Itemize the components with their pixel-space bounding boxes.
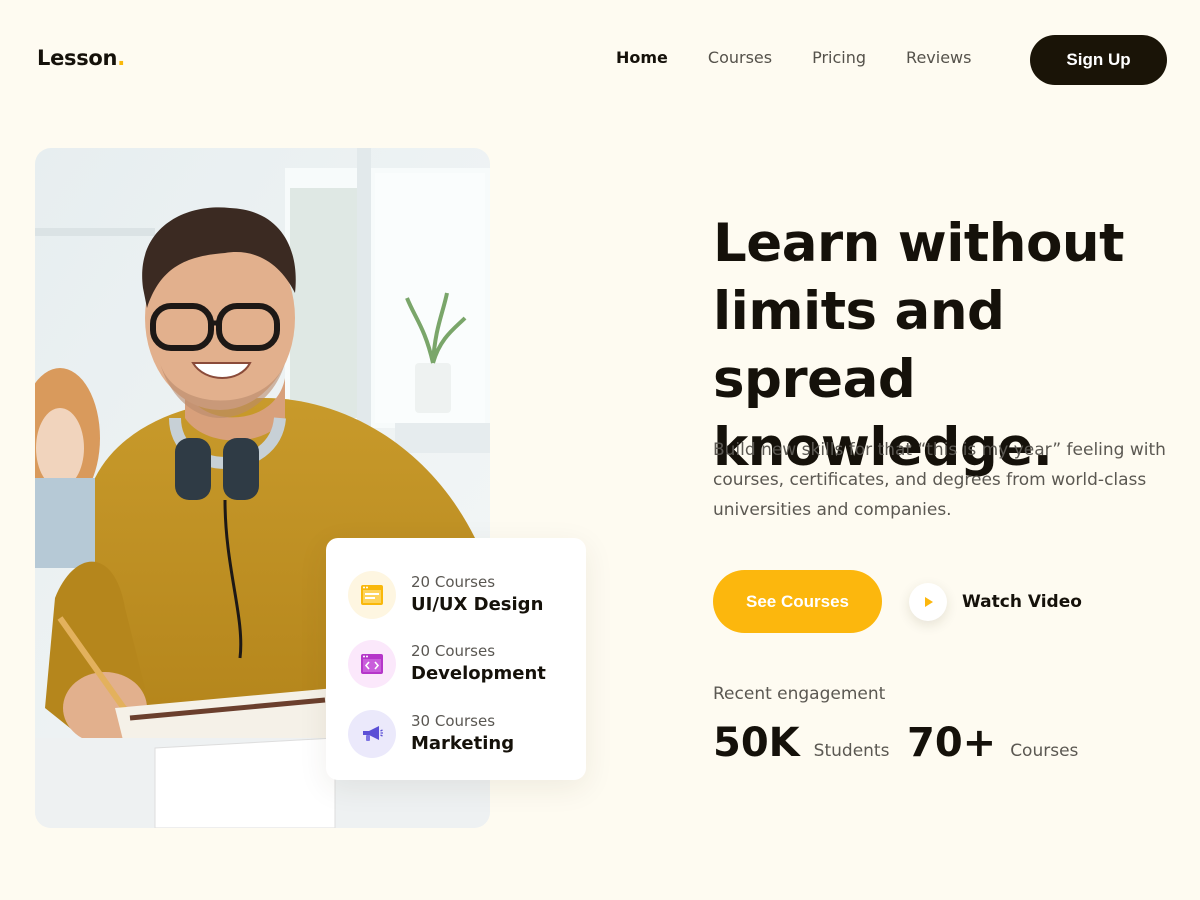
brand-dot: . [117, 46, 125, 70]
category-item-development[interactable]: 20 Courses Development [348, 630, 564, 700]
stat-value: 50K [713, 720, 800, 766]
stat-courses: 70+ Courses [907, 720, 1078, 766]
nav-item-pricing[interactable]: Pricing [812, 48, 866, 67]
nav-item-courses[interactable]: Courses [708, 48, 772, 67]
category-count: 20 Courses [411, 642, 496, 661]
category-count: 30 Courses [411, 711, 496, 730]
stat-label: Students [813, 741, 890, 761]
category-name: Development [411, 663, 546, 685]
stat-value: 70+ [907, 720, 997, 766]
code-window-icon [348, 640, 396, 689]
hero-title-line: Learn without [713, 213, 1124, 274]
megaphone-icon [348, 709, 396, 758]
category-count: 20 Courses [411, 572, 496, 591]
category-item-ui-ux[interactable]: 20 Courses UI/UX Design [348, 560, 564, 630]
hero-title-line: limits and spread [713, 281, 1005, 410]
category-name: UI/UX Design [411, 593, 544, 615]
engagement-label: Recent engagement [713, 684, 886, 704]
see-courses-button[interactable]: See Courses [713, 570, 882, 633]
watch-video-label: Watch Video [962, 592, 1082, 612]
categories-card: 20 Courses UI/UX Design 20 Courses Devel… [326, 538, 586, 780]
watch-video-button[interactable]: Watch Video [909, 582, 1082, 622]
main-nav: Home Courses Pricing Reviews [616, 48, 1011, 67]
sign-up-button[interactable]: Sign Up [1030, 35, 1167, 85]
category-item-marketing[interactable]: 30 Courses Marketing [348, 699, 564, 769]
brand-name: Lesson [37, 46, 118, 70]
ui-ux-design-icon [348, 570, 396, 619]
play-icon[interactable] [909, 583, 947, 621]
stat-students: 50K Students [713, 720, 889, 766]
stat-label: Courses [1010, 741, 1079, 761]
brand-logo[interactable]: Lesson. [37, 46, 125, 70]
nav-item-home[interactable]: Home [616, 48, 668, 67]
category-name: Marketing [411, 732, 515, 754]
hero-description: Build new skills for that “this is my ye… [713, 440, 1166, 520]
nav-item-reviews[interactable]: Reviews [906, 48, 971, 67]
